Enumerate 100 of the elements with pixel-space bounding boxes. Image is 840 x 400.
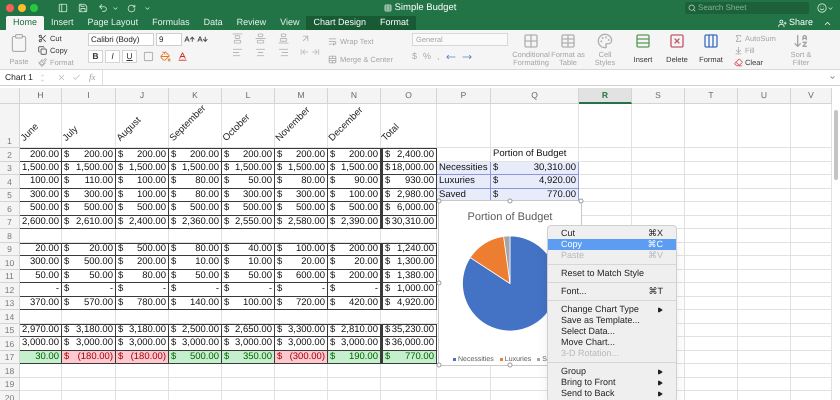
ribbon-tab[interactable]: Review: [230, 16, 274, 30]
resize-handle[interactable]: [578, 198, 584, 204]
column-header[interactable]: R: [579, 88, 632, 104]
text-style-button[interactable]: B: [88, 50, 103, 63]
row-header[interactable]: 6: [0, 202, 20, 216]
resize-handle[interactable]: [436, 280, 442, 286]
undo-icon[interactable]: [98, 3, 108, 13]
table-cell: [685, 324, 738, 337]
ribbon-tab[interactable]: Data: [196, 16, 230, 30]
function-button[interactable]: fx: [89, 70, 96, 84]
currency-sign: $: [224, 336, 230, 350]
resize-handle[interactable]: [436, 198, 442, 204]
column-header[interactable]: H: [20, 88, 62, 104]
text-style-button[interactable]: U: [122, 50, 137, 63]
ribbon-tab[interactable]: Chart Design: [306, 16, 374, 30]
align-middle-icon[interactable]: [254, 33, 266, 44]
zoom-button[interactable]: [30, 4, 38, 12]
increase-indent-icon[interactable]: [311, 47, 320, 57]
align-left-icon[interactable]: [232, 47, 243, 58]
row-header[interactable]: 12: [0, 283, 20, 296]
table-cell: [116, 364, 169, 378]
row-header[interactable]: 7: [0, 216, 20, 229]
grow-font-icon[interactable]: [184, 34, 195, 45]
paint-bucket-icon[interactable]: [160, 51, 171, 62]
ribbon-tab[interactable]: Page Layout: [80, 16, 146, 30]
shrink-font-icon[interactable]: [197, 34, 208, 45]
row-header[interactable]: 2: [0, 148, 20, 162]
ribbon-tab[interactable]: Formulas: [145, 16, 197, 30]
font-family-field[interactable]: Calibri (Body): [88, 33, 154, 46]
legend-swatch: [537, 358, 540, 362]
text-style-button[interactable]: I: [105, 50, 120, 63]
sidebar-icon[interactable]: [58, 3, 68, 13]
font-size-field[interactable]: 9: [156, 33, 182, 46]
row-header[interactable]: 1: [0, 104, 20, 148]
menu-item[interactable]: Send to Back: [548, 388, 676, 399]
table-cell: [275, 364, 328, 378]
row-header[interactable]: 9: [0, 242, 20, 256]
name-box[interactable]: Chart 1: [0, 71, 38, 84]
scrollbar[interactable]: [834, 110, 838, 180]
legend-swatch: [453, 358, 456, 362]
align-top-icon[interactable]: [232, 33, 243, 44]
redo-icon[interactable]: [127, 4, 136, 12]
row-header[interactable]: 5: [0, 188, 20, 202]
stepper-down-icon[interactable]: [40, 78, 45, 82]
expand-icon[interactable]: [829, 74, 836, 81]
align-center-icon[interactable]: [254, 47, 266, 58]
row-header[interactable]: 13: [0, 296, 20, 310]
column-header[interactable]: V: [791, 88, 832, 104]
column-header[interactable]: T: [685, 88, 738, 104]
row-header[interactable]: 19: [0, 378, 20, 391]
column-header[interactable]: O: [381, 88, 437, 104]
row-header[interactable]: 10: [0, 256, 20, 270]
currency-sign: $: [277, 268, 282, 283]
column-header[interactable]: P: [437, 88, 491, 104]
row-header[interactable]: 11: [0, 270, 20, 283]
cancel-icon[interactable]: [57, 73, 66, 82]
column-header[interactable]: J: [116, 88, 169, 104]
share-button[interactable]: Share: [778, 16, 813, 30]
ribbon-tab[interactable]: Format: [373, 16, 416, 30]
caret-icon[interactable]: [112, 4, 119, 12]
row-header[interactable]: 17: [0, 350, 20, 364]
resize-handle[interactable]: [508, 362, 512, 368]
orientation-icon[interactable]: [300, 33, 312, 44]
column-header[interactable]: K: [169, 88, 222, 104]
save-icon[interactable]: [78, 3, 88, 13]
column-header[interactable]: Q: [491, 88, 579, 104]
caret-icon[interactable]: [144, 4, 151, 12]
row-header[interactable]: 15: [0, 324, 20, 337]
close-button[interactable]: [6, 4, 14, 12]
row-header[interactable]: 3: [0, 162, 20, 175]
row-header[interactable]: 18: [0, 364, 20, 378]
smiley-icon[interactable]: [817, 3, 827, 13]
menu-item[interactable]: Bring to Front: [548, 377, 676, 388]
resize-handle[interactable]: [436, 362, 442, 368]
border-icon[interactable]: [143, 51, 154, 62]
column-header[interactable]: I: [62, 88, 116, 104]
minimize-button[interactable]: [18, 4, 26, 12]
row-header[interactable]: 16: [0, 337, 20, 350]
ribbon-tab[interactable]: View: [273, 16, 306, 30]
row-header[interactable]: 8: [0, 229, 20, 242]
ribbon-tab[interactable]: Home: [6, 16, 44, 30]
column-header[interactable]: S: [632, 88, 685, 104]
stepper-up-icon[interactable]: [40, 72, 45, 78]
search-field[interactable]: Search Sheet: [685, 2, 809, 14]
column-header[interactable]: M: [275, 88, 328, 104]
column-header[interactable]: N: [328, 88, 381, 104]
enter-icon[interactable]: [72, 73, 81, 82]
column-header[interactable]: L: [222, 88, 275, 104]
caret-icon[interactable]: [827, 4, 834, 12]
row-header[interactable]: 14: [0, 310, 20, 324]
align-bottom-icon[interactable]: [278, 33, 288, 44]
menu-item[interactable]: Copy ⌘C: [548, 239, 676, 250]
ribbon-tab[interactable]: Insert: [44, 16, 81, 30]
resize-handle[interactable]: [508, 198, 512, 204]
font-color-icon[interactable]: [177, 51, 188, 62]
align-right-icon[interactable]: [278, 47, 288, 58]
menu-item[interactable]: Group: [548, 366, 676, 377]
column-header[interactable]: U: [738, 88, 791, 104]
decrease-indent-icon[interactable]: [300, 47, 310, 57]
row-header[interactable]: 4: [0, 175, 20, 188]
